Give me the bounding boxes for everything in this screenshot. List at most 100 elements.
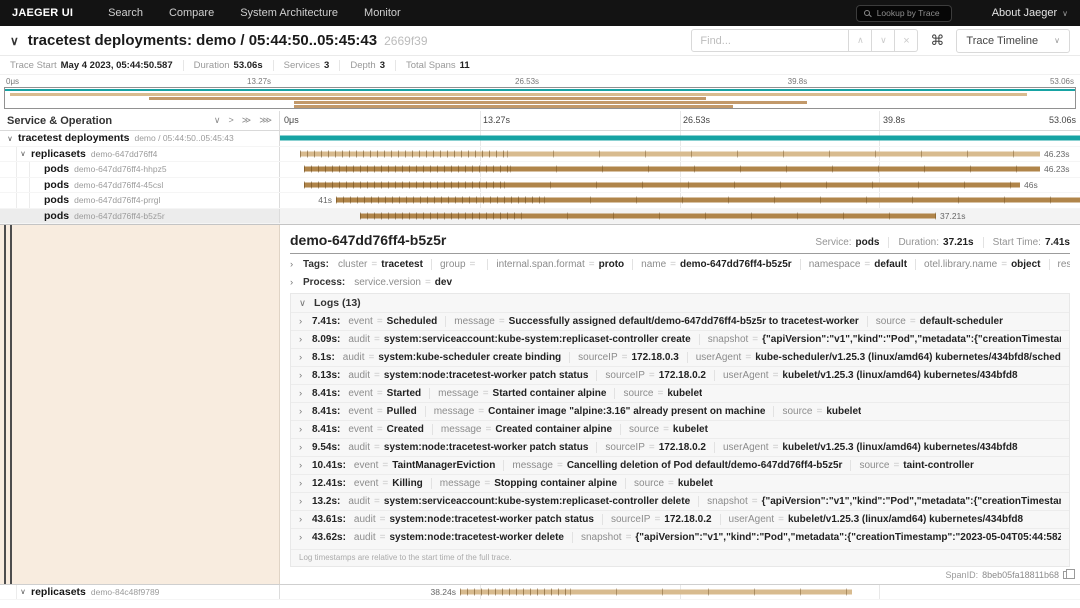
log-timestamp: 7.41s: xyxy=(312,316,340,327)
expand-icon[interactable]: › xyxy=(299,460,312,471)
span-row-label-cell[interactable]: ∨replicasetsdemo-647dd76ff4 xyxy=(0,147,280,162)
expand-icon[interactable]: › xyxy=(299,442,312,453)
find-input[interactable] xyxy=(691,29,849,52)
span-bar-cell[interactable]: 46.23s xyxy=(280,162,1080,177)
span-row[interactable]: ∨replicasetsdemo-647dd76ff446.23s xyxy=(0,147,1080,163)
span-bar[interactable] xyxy=(336,198,1080,203)
log-field-key: userAgent xyxy=(723,370,769,381)
find-next-button[interactable]: ∨ xyxy=(872,29,895,52)
trace-view-select[interactable]: Trace Timeline ∨ xyxy=(956,29,1070,53)
expand-icon[interactable]: › xyxy=(290,259,303,270)
log-entry[interactable]: ›8.13s:audit=system:node:tracetest-worke… xyxy=(291,366,1069,384)
trace-id-lookup[interactable] xyxy=(856,5,952,22)
span-row[interactable]: ∨tracetest deploymentsdemo / 05:44:50..0… xyxy=(0,131,1080,147)
log-entry[interactable]: ›8.41s:event=Startedmessage=Started cont… xyxy=(291,384,1069,402)
expand-all-icon[interactable]: ⋙ xyxy=(259,115,272,126)
log-fields: audit=system:node:tracetest-worker patch… xyxy=(354,514,1023,525)
log-field-value: system:kube-scheduler create binding xyxy=(378,352,561,363)
span-row[interactable]: ∨podsdemo-647dd76ff4-b5z5r37.21s xyxy=(0,209,1080,225)
log-entry[interactable]: ›7.41s:event=Scheduledmessage=Successful… xyxy=(291,312,1069,330)
find-prev-button[interactable]: ∧ xyxy=(849,29,872,52)
log-field-key: userAgent xyxy=(696,352,742,363)
tags-row[interactable]: › Tags: cluster=tracetestgroup=internal.… xyxy=(290,254,1070,273)
tag-key: resource xyxy=(1058,259,1070,270)
span-bar[interactable] xyxy=(460,589,852,594)
find-clear-button[interactable]: × xyxy=(895,29,918,52)
span-row-label-cell[interactable]: ∨podsdemo-647dd76ff4-b5z5r xyxy=(0,209,280,224)
span-bar[interactable] xyxy=(304,182,1020,187)
service-operation-header: Service & Operation ∨ > ≫ ⋙ xyxy=(0,111,280,130)
log-entry[interactable]: ›9.54s:audit=system:node:tracetest-worke… xyxy=(291,438,1069,456)
log-entry[interactable]: ›13.2s:audit=system:serviceaccount:kube-… xyxy=(291,492,1069,510)
collapse-icon[interactable]: ∨ xyxy=(299,298,312,309)
expand-icon[interactable]: › xyxy=(299,532,312,543)
span-row-label-cell[interactable]: ∨podsdemo-647dd76ff4-prrgl xyxy=(0,193,280,208)
nav-item-compare[interactable]: Compare xyxy=(156,0,227,26)
expand-icon[interactable]: › xyxy=(299,370,312,381)
expand-icon[interactable]: › xyxy=(299,316,312,327)
log-entry[interactable]: ›8.41s:event=Createdmessage=Created cont… xyxy=(291,420,1069,438)
collapse-one-icon[interactable]: ∨ xyxy=(214,115,221,126)
span-row[interactable]: ∨podsdemo-647dd76ff4-prrgl41s xyxy=(0,193,1080,209)
tag-key: namespace xyxy=(809,259,861,270)
expand-icon[interactable]: › xyxy=(299,388,312,399)
process-row[interactable]: › Process: service.version=dev xyxy=(290,273,1070,292)
span-bar[interactable] xyxy=(300,151,1040,156)
span-bar-cell[interactable]: 38.24s xyxy=(280,585,1080,600)
key-value-pair: sourceIP=172.18.0.2 xyxy=(596,442,706,453)
log-entry[interactable]: ›8.1s:audit=system:kube-scheduler create… xyxy=(291,348,1069,366)
expand-one-icon[interactable]: > xyxy=(229,115,234,126)
span-bar-cell[interactable]: 37.21s xyxy=(280,209,1080,224)
log-fields: audit=system:kube-scheduler create bindi… xyxy=(343,352,1061,363)
meta-label: Start Time: xyxy=(993,237,1041,248)
copy-icon[interactable] xyxy=(1063,571,1070,579)
span-row-label-cell[interactable]: ∨tracetest deploymentsdemo / 05:44:50..0… xyxy=(0,131,280,146)
span-bar-cell[interactable]: 46s xyxy=(280,178,1080,193)
span-row-label-cell[interactable]: ∨replicasetsdemo-84c48f9789 xyxy=(0,585,280,600)
span-bar[interactable] xyxy=(304,167,1040,172)
ruler-tick: 26.53s xyxy=(683,115,710,125)
span-bar[interactable] xyxy=(360,213,936,218)
log-entry[interactable]: ›8.41s:event=Pulledmessage=Container ima… xyxy=(291,402,1069,420)
span-bar[interactable] xyxy=(280,136,1080,141)
span-row-label-cell[interactable]: ∨podsdemo-647dd76ff4-45csl xyxy=(0,178,280,193)
app-brand[interactable]: JAEGER UI xyxy=(12,7,73,19)
trace-summary-bar: Trace Start May 4 2023, 05:44:50.587 Dur… xyxy=(0,56,1080,75)
nav-item-system-architecture[interactable]: System Architecture xyxy=(227,0,351,26)
span-row-label-cell[interactable]: ∨podsdemo-647dd76ff4-hhpz5 xyxy=(0,162,280,177)
chevron-down-icon[interactable]: ∨ xyxy=(17,587,29,596)
span-bar-cell[interactable]: 46.23s xyxy=(280,147,1080,162)
expand-icon[interactable]: › xyxy=(290,277,303,288)
nav-item-search[interactable]: Search xyxy=(95,0,156,26)
span-rows-below: ∨replicasetsdemo-84c48f978938.24s xyxy=(0,585,1080,601)
about-jaeger-menu[interactable]: About Jaeger ∨ xyxy=(992,7,1068,19)
chevron-down-icon[interactable]: ∨ xyxy=(17,149,29,158)
log-entry[interactable]: ›12.41s:event=Killingmessage=Stopping co… xyxy=(291,474,1069,492)
expand-icon[interactable]: › xyxy=(299,496,312,507)
expand-icon[interactable]: › xyxy=(299,334,312,345)
span-row[interactable]: ∨replicasetsdemo-84c48f978938.24s xyxy=(0,585,1080,601)
span-bar-cell[interactable]: 41s xyxy=(280,193,1080,208)
log-entry[interactable]: ›43.62s:audit=system:node:tracetest-work… xyxy=(291,528,1069,546)
span-row[interactable]: ∨podsdemo-647dd76ff4-45csl46s xyxy=(0,178,1080,194)
log-entry[interactable]: ›43.61s:audit=system:node:tracetest-work… xyxy=(291,510,1069,528)
span-bar-cell[interactable] xyxy=(280,131,1080,146)
indent-guide xyxy=(17,209,30,224)
expand-icon[interactable]: › xyxy=(299,478,312,489)
expand-icon[interactable]: › xyxy=(299,424,312,435)
log-entry[interactable]: ›8.09s:audit=system:serviceaccount:kube-… xyxy=(291,330,1069,348)
expand-icon[interactable]: › xyxy=(299,406,312,417)
log-field-key: userAgent xyxy=(723,442,769,453)
log-entry[interactable]: ›10.41s:event=TaintManagerEvictionmessag… xyxy=(291,456,1069,474)
collapse-all-icon[interactable]: ≫ xyxy=(242,115,251,126)
trace-id-lookup-input[interactable] xyxy=(875,7,944,19)
nav-item-monitor[interactable]: Monitor xyxy=(351,0,414,26)
logs-header[interactable]: ∨ Logs (13) xyxy=(291,294,1069,312)
collapse-trace-icon[interactable]: ∨ xyxy=(10,34,19,48)
expand-icon[interactable]: › xyxy=(299,352,312,363)
expand-icon[interactable]: › xyxy=(299,514,312,525)
span-row[interactable]: ∨podsdemo-647dd76ff4-hhpz546.23s xyxy=(0,162,1080,178)
minimap-canvas[interactable] xyxy=(4,87,1076,109)
chevron-down-icon[interactable]: ∨ xyxy=(4,134,16,143)
keyboard-shortcuts-icon[interactable]: ⌘ xyxy=(930,32,944,49)
